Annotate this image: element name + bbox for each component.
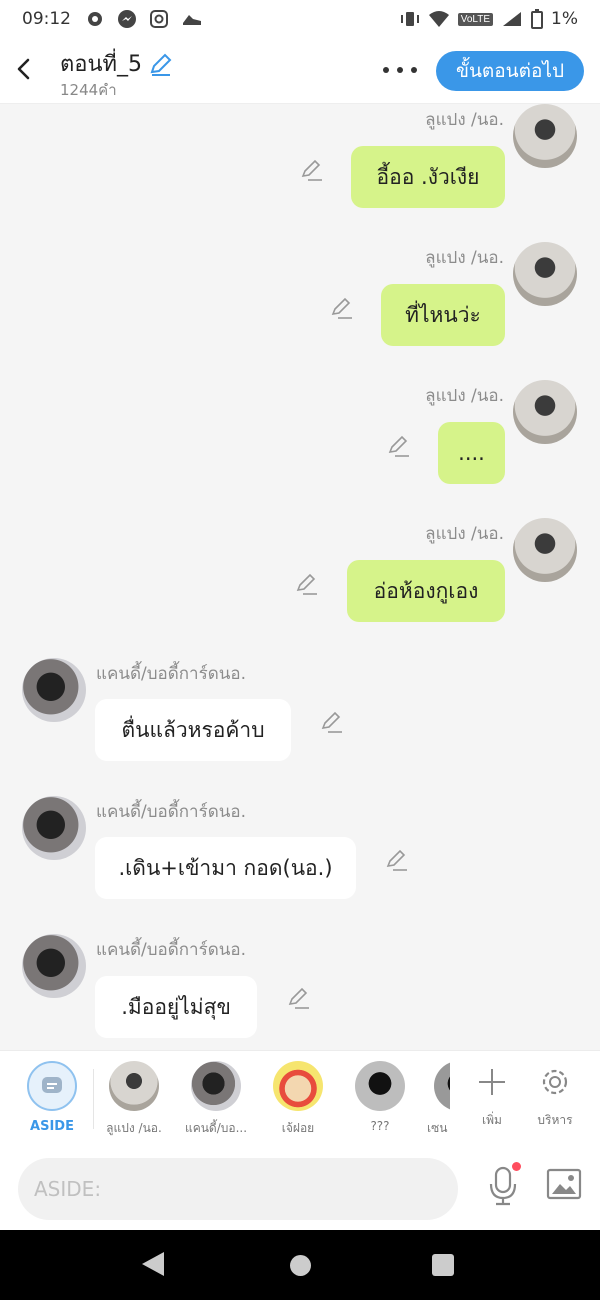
character-avatar bbox=[355, 1061, 405, 1111]
character-label: ??? bbox=[370, 1119, 390, 1133]
character-jefoy[interactable]: เจ้ฝอย bbox=[258, 1061, 338, 1138]
character-bar: ASIDE ลูแปง /นอ. แคนดี้/บอ... เจ้ฝอย ???… bbox=[0, 1050, 600, 1146]
instagram-icon bbox=[150, 10, 168, 28]
avatar[interactable] bbox=[513, 380, 577, 444]
recording-dot bbox=[512, 1162, 521, 1171]
edit-message-icon[interactable] bbox=[300, 158, 324, 182]
message-bubble[interactable]: อ่อห้องกูเอง bbox=[347, 560, 505, 622]
avatar[interactable] bbox=[22, 934, 86, 998]
system-nav-bar bbox=[0, 1230, 600, 1300]
avatar[interactable] bbox=[513, 104, 577, 168]
message-bubble[interactable]: .มืออยู่ไม่สุข bbox=[95, 976, 257, 1038]
chapter-title-text: ตอนที่_5 bbox=[60, 52, 143, 77]
manage-label: บริหาร bbox=[537, 1113, 573, 1127]
message-bubble[interactable]: ที่ไหนว่ะ bbox=[381, 284, 505, 346]
battery-percent: 1% bbox=[551, 9, 578, 29]
signal-icon bbox=[503, 12, 522, 26]
character-candy[interactable]: แคนดี้/บอ... bbox=[176, 1061, 256, 1138]
chapter-title[interactable]: ตอนที่_5 bbox=[60, 46, 174, 81]
shoe-icon bbox=[183, 15, 201, 25]
character-zen[interactable]: เซน bbox=[410, 1061, 450, 1138]
manage-characters-button[interactable]: บริหาร bbox=[525, 1065, 585, 1130]
character-avatar bbox=[273, 1061, 323, 1111]
character-lupang[interactable]: ลูแปง /นอ. bbox=[94, 1061, 174, 1138]
message-bubble[interactable]: อี้ออ .งัวเงีย bbox=[351, 146, 505, 208]
edit-message-icon[interactable] bbox=[295, 572, 319, 596]
messenger-icon bbox=[118, 10, 136, 28]
nav-recents-icon[interactable] bbox=[432, 1254, 454, 1276]
edit-title-icon[interactable] bbox=[148, 51, 174, 77]
edit-message-icon[interactable] bbox=[387, 434, 411, 458]
character-avatar bbox=[109, 1061, 159, 1111]
input-bar bbox=[0, 1146, 600, 1230]
message-sender-name: แคนดี้/บอดี้การ์ดนอ. bbox=[96, 802, 247, 822]
edit-message-icon[interactable] bbox=[287, 986, 311, 1010]
avatar[interactable] bbox=[513, 518, 577, 582]
message-bubble[interactable]: .เดิน+เข้ามา กอด(นอ.) bbox=[95, 837, 356, 899]
message-sender-name: ลูแปง /นอ. bbox=[425, 524, 504, 544]
message-bubble[interactable]: ตื่นแล้วหรอค้าบ bbox=[95, 699, 291, 761]
avatar[interactable] bbox=[513, 242, 577, 306]
message-bubble[interactable]: .... bbox=[438, 422, 505, 484]
character-label: เซน bbox=[427, 1121, 448, 1135]
network-badge: VoLTE bbox=[457, 12, 494, 26]
wifi-icon bbox=[428, 11, 449, 27]
avatar[interactable] bbox=[22, 796, 86, 860]
plus-icon bbox=[479, 1069, 505, 1095]
nav-home-icon[interactable] bbox=[290, 1255, 311, 1276]
character-avatar bbox=[434, 1061, 450, 1111]
message-sender-name: แคนดี้/บอดี้การ์ดนอ. bbox=[96, 940, 247, 960]
message-sender-name: ลูแปง /นอ. bbox=[425, 386, 504, 406]
gear-icon bbox=[542, 1069, 568, 1095]
more-options-icon[interactable] bbox=[383, 58, 417, 82]
character-aside[interactable]: ASIDE bbox=[12, 1061, 92, 1134]
character-label: ASIDE bbox=[30, 1119, 74, 1134]
edit-message-icon[interactable] bbox=[330, 296, 354, 320]
character-label: เจ้ฝอย bbox=[281, 1121, 315, 1135]
add-character-button[interactable]: เพิ่ม bbox=[462, 1065, 522, 1130]
image-icon[interactable] bbox=[546, 1168, 582, 1200]
message-sender-name: แคนดี้/บอดี้การ์ดนอ. bbox=[96, 664, 247, 684]
word-count: 1244คำ bbox=[60, 81, 117, 99]
avatar[interactable] bbox=[22, 658, 86, 722]
edit-message-icon[interactable] bbox=[320, 710, 344, 734]
chat-area[interactable]: ลูแปง /นอ. อี้ออ .งัวเงีย ลูแปง /นอ. ที่… bbox=[0, 104, 600, 1050]
microphone-icon[interactable] bbox=[486, 1166, 520, 1206]
settings-icon bbox=[88, 12, 102, 26]
character-label: ลูแปง /นอ. bbox=[106, 1121, 162, 1135]
back-arrow-icon[interactable] bbox=[12, 54, 36, 84]
aside-icon bbox=[27, 1061, 77, 1111]
battery-icon bbox=[531, 9, 544, 29]
vibrate-icon bbox=[400, 12, 419, 26]
character-avatar bbox=[191, 1061, 241, 1111]
status-bar: 09:12 VoLTE 1% bbox=[0, 0, 600, 38]
message-input[interactable] bbox=[18, 1158, 458, 1220]
status-time: 09:12 bbox=[22, 9, 71, 29]
next-step-button[interactable]: ขั้นตอนต่อไป bbox=[436, 51, 584, 91]
character-unknown[interactable]: ??? bbox=[340, 1061, 420, 1133]
message-sender-name: ลูแปง /นอ. bbox=[425, 248, 504, 268]
edit-message-icon[interactable] bbox=[385, 848, 409, 872]
message-sender-name: ลูแปง /นอ. bbox=[425, 110, 504, 130]
header: ตอนที่_5 1244คำ ขั้นตอนต่อไป bbox=[0, 38, 600, 104]
character-label: แคนดี้/บอ... bbox=[184, 1121, 248, 1135]
add-label: เพิ่ม bbox=[482, 1113, 502, 1127]
nav-back-icon[interactable] bbox=[142, 1252, 164, 1276]
